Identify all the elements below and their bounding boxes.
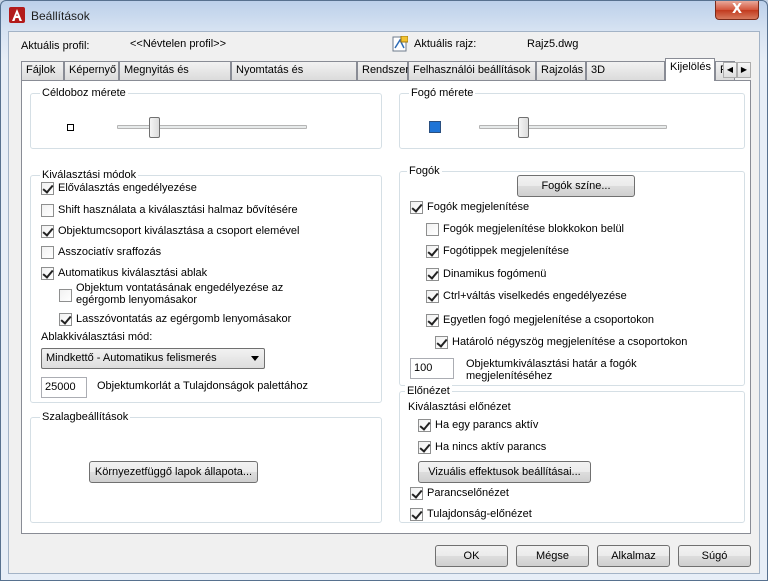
grips-in-blocks-checkbox[interactable]	[426, 223, 439, 236]
grip-object-limit-label: Objektumkiválasztási határ a fogók megje…	[466, 358, 637, 382]
implied-windowing-label: Automatikus kiválasztási ablak	[58, 267, 208, 279]
object-limit-label: Objektumkorlát a Tulajdonságok palettáho…	[97, 380, 308, 392]
tab-system[interactable]: Rendszer	[357, 61, 409, 80]
associative-hatch-label: Asszociatív sraffozás	[58, 246, 162, 258]
ribbon-options-title: Szalagbeállítások	[40, 411, 131, 423]
selection-preview-subtitle: Kiválasztási előnézet	[408, 401, 511, 413]
single-grip-groups-checkbox[interactable]	[426, 314, 439, 327]
object-limit-input[interactable]: 25000	[41, 377, 87, 398]
show-grips-checkbox[interactable]	[410, 201, 423, 214]
ctrl-cycling-checkbox[interactable]	[426, 290, 439, 303]
grip-size-title: Fogó mérete	[409, 87, 476, 99]
bounding-box-groups-checkbox[interactable]	[435, 336, 448, 349]
single-grip-groups-label: Egyetlen fogó megjelenítése a csoportoko…	[443, 314, 654, 326]
pickbox-slider-track[interactable]	[117, 125, 307, 129]
dynamic-grip-menu-checkbox[interactable]	[426, 268, 439, 281]
current-profile-value: <<Névtelen profil>>	[130, 38, 227, 50]
window-selection-method-label: Ablakkiválasztási mód:	[41, 331, 153, 343]
use-shift-to-add-checkbox[interactable]	[41, 204, 54, 217]
grip-slider-track[interactable]	[479, 125, 667, 129]
tab-3d-modeling[interactable]: 3D modellezés	[586, 61, 665, 93]
grip-slider-thumb[interactable]	[517, 117, 529, 138]
tab-plot-publish[interactable]: Nyomtatás és közzététel	[231, 61, 357, 93]
press-drag-label: Objektum vontatásának engedélyezése az e…	[76, 282, 284, 306]
grips-in-blocks-label: Fogók megjelenítése blokkokon belül	[443, 223, 625, 235]
grip-object-limit-input[interactable]: 100	[410, 358, 454, 379]
tab-drafting[interactable]: Rajzolás	[536, 61, 586, 80]
title-bar[interactable]: Beállítások X	[1, 1, 767, 31]
current-profile-label: Aktuális profil:	[21, 40, 90, 52]
tab-display[interactable]: Képernyő	[64, 61, 119, 80]
command-preview-label: Parancselőnézet	[427, 487, 509, 499]
grip-size-group	[399, 93, 745, 149]
current-drawing-value: Rajz5.dwg	[527, 38, 579, 50]
noun-verb-selection-label: Előválasztás engedélyezése	[58, 182, 197, 194]
tab-open-save[interactable]: Megnyitás és mentés	[119, 61, 231, 93]
associative-hatch-checkbox[interactable]	[41, 246, 54, 259]
ctrl-cycling-label: Ctrl+váltás viselkedés engedélyezése	[443, 290, 627, 302]
dialog-body: Aktuális profil: <<Névtelen profil>> Akt…	[8, 31, 760, 574]
tab-scroll-left-icon[interactable]: ◀	[723, 62, 737, 78]
dynamic-grip-menu-label: Dinamikus fogómenü	[443, 268, 547, 280]
grip-tips-label: Fogótippek megjelenítése	[443, 245, 569, 257]
autocad-app-icon	[9, 7, 25, 23]
selection-modes-title: Kiválasztási módok	[40, 169, 139, 181]
preview-no-command-label: Ha nincs aktív parancs	[435, 441, 547, 453]
ok-button[interactable]: OK	[435, 545, 508, 567]
property-preview-checkbox[interactable]	[410, 508, 423, 521]
window-selection-method-select[interactable]: Mindkettő - Automatikus felismerés	[41, 348, 265, 369]
chevron-down-icon	[251, 356, 259, 361]
tab-files[interactable]: Fájlok	[21, 61, 64, 80]
selection-tab-panel: Céldoboz mérete Fogó mérete Kiválasztási…	[21, 80, 751, 534]
lasso-label: Lasszóvontatás az egérgomb lenyomásakor	[76, 313, 292, 325]
close-button[interactable]: X	[715, 1, 759, 20]
pickbox-slider-thumb[interactable]	[149, 117, 161, 138]
grips-title: Fogók	[407, 165, 442, 177]
press-drag-checkbox[interactable]	[59, 289, 72, 302]
property-preview-label: Tulajdonság-előnézet	[427, 508, 532, 520]
cancel-button[interactable]: Mégse	[516, 545, 589, 567]
help-button[interactable]: Súgó	[678, 545, 751, 567]
preview-title: Előnézet	[405, 385, 452, 397]
object-grouping-checkbox[interactable]	[41, 225, 54, 238]
use-shift-to-add-label: Shift használata a kiválasztási halmaz b…	[58, 204, 298, 216]
pickbox-preview	[67, 124, 74, 131]
preview-command-active-checkbox[interactable]	[418, 419, 431, 432]
tab-strip: Fájlok Képernyő Megnyitás és mentés Nyom…	[21, 58, 751, 93]
visual-effect-settings-button[interactable]: Vizuális effektusok beállításai...	[418, 461, 591, 483]
window-title: Beállítások	[31, 9, 90, 23]
preview-no-command-checkbox[interactable]	[418, 441, 431, 454]
grip-tips-checkbox[interactable]	[426, 245, 439, 258]
current-drawing-label: Aktuális rajz:	[414, 38, 477, 50]
contextual-tab-states-button[interactable]: Környezetfüggő lapok állapota...	[89, 461, 258, 483]
tab-selection[interactable]: Kijelölés	[665, 58, 715, 81]
tab-scroll-right-icon[interactable]: ▶	[737, 62, 751, 78]
command-preview-checkbox[interactable]	[410, 487, 423, 500]
noun-verb-selection-checkbox[interactable]	[41, 182, 54, 195]
show-grips-label: Fogók megjelenítése	[427, 201, 530, 213]
options-dialog: Beállítások X Aktuális profil: <<Névtele…	[0, 0, 768, 581]
object-grouping-label: Objektumcsoport kiválasztása a csoport e…	[58, 225, 300, 237]
bounding-box-groups-label: Határoló négyszög megjelenítése a csopor…	[452, 336, 688, 348]
tab-user-preferences[interactable]: Felhasználói beállítások	[408, 61, 536, 80]
grip-size-preview	[429, 121, 441, 133]
window-selection-method-value: Mindkettő - Automatikus felismerés	[46, 352, 217, 364]
apply-button[interactable]: Alkalmaz	[597, 545, 670, 567]
drawing-icon	[392, 36, 408, 52]
implied-windowing-checkbox[interactable]	[41, 267, 54, 280]
pickbox-size-title: Céldoboz mérete	[40, 87, 128, 99]
grip-colors-button[interactable]: Fogók színe...	[517, 175, 635, 197]
preview-command-active-label: Ha egy parancs aktív	[435, 419, 539, 431]
pickbox-size-group	[30, 93, 382, 149]
lasso-checkbox[interactable]	[59, 313, 72, 326]
